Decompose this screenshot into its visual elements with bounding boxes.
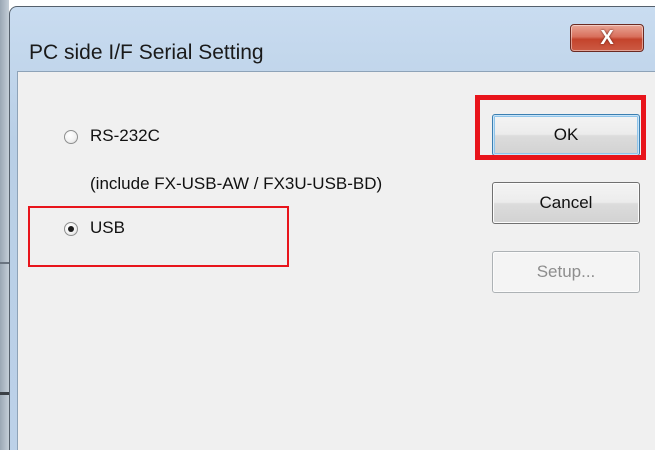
- dialog-title: PC side I/F Serial Setting: [29, 41, 264, 64]
- radio-selected-dot: [68, 226, 74, 232]
- usb-radio[interactable]: [64, 222, 78, 236]
- background-divider: [0, 262, 9, 264]
- cancel-button[interactable]: Cancel: [492, 182, 640, 224]
- setup-button[interactable]: Setup...: [492, 251, 640, 293]
- background-divider: [0, 392, 9, 395]
- dialog-client-area: RS-232C (include FX-USB-AW / FX3U-USB-BD…: [17, 71, 655, 450]
- rs232c-note: (include FX-USB-AW / FX3U-USB-BD): [90, 174, 383, 193]
- rs232c-label[interactable]: RS-232C: [90, 126, 160, 146]
- background-app-edge: [0, 0, 9, 450]
- serial-setting-dialog: PC side I/F Serial Setting X RS-232C (in…: [9, 6, 655, 450]
- dialog-titlebar[interactable]: PC side I/F Serial Setting X: [10, 7, 655, 64]
- close-button[interactable]: X: [570, 24, 644, 52]
- rs232c-radio[interactable]: [64, 130, 78, 144]
- screenshot-stage: PC side I/F Serial Setting X RS-232C (in…: [0, 0, 655, 450]
- close-icon: X: [600, 27, 614, 49]
- ok-button[interactable]: OK: [492, 114, 640, 156]
- usb-label[interactable]: USB: [90, 218, 125, 238]
